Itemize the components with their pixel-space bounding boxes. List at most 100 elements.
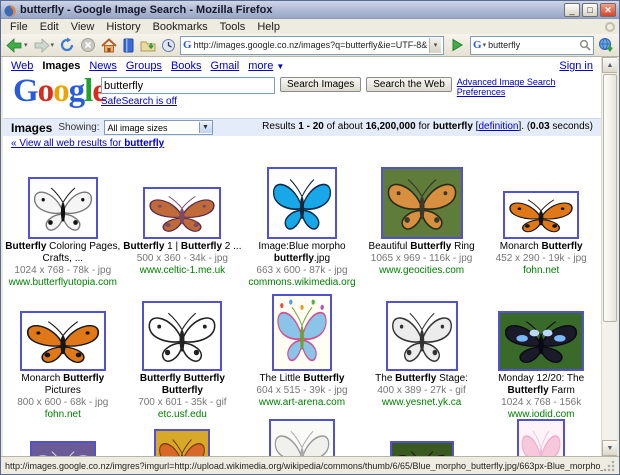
nav-tab-books[interactable]: Books (171, 60, 202, 72)
thumbnail-wrap (123, 419, 243, 456)
thumbnail-wrap (3, 419, 123, 456)
advanced-image-search-link[interactable]: Advanced Image Search (457, 77, 556, 87)
result-title[interactable]: Monday 12/20: The Butterfly Farm (481, 373, 601, 397)
address-input[interactable] (191, 40, 429, 50)
result-title[interactable]: Butterfly Coloring Pages, Crafts, ... (3, 241, 123, 265)
nav-tab-images[interactable]: Images (42, 60, 80, 72)
nav-tab-groups[interactable]: Groups (126, 60, 162, 72)
result-thumbnail[interactable] (142, 301, 223, 371)
back-dropdown-icon[interactable]: ▾ (24, 41, 28, 49)
title-bar[interactable]: butterfly - Google Image Search - Mozill… (1, 1, 619, 19)
maximize-button[interactable]: □ (582, 2, 598, 17)
definition-link[interactable]: definition (478, 121, 518, 132)
scrollbar-thumb[interactable] (603, 74, 617, 322)
results-row (3, 415, 601, 456)
menu-edit[interactable]: Edit (35, 20, 64, 34)
result-domain[interactable]: www.yesnet.yk.ca (362, 397, 482, 409)
menu-tools[interactable]: Tools (215, 20, 251, 34)
result-title[interactable]: Butterfly 1 | Butterfly 2 ... (123, 241, 243, 253)
result-domain[interactable]: www.geocities.com (362, 265, 482, 277)
image-result-cell (123, 415, 243, 456)
preferences-link[interactable]: Preferences (457, 87, 556, 97)
result-title[interactable]: Monarch Butterfly Pictures (3, 373, 123, 397)
result-thumbnail[interactable] (271, 294, 332, 371)
menu-history[interactable]: History (101, 20, 145, 34)
stop-button[interactable] (79, 36, 97, 55)
result-thumbnail[interactable] (29, 441, 96, 456)
nav-tab-gmail[interactable]: Gmail (211, 60, 240, 72)
result-title[interactable]: The Butterfly Stage: (362, 373, 482, 385)
result-thumbnail[interactable] (498, 311, 585, 371)
result-domain[interactable]: fohn.net (481, 265, 601, 277)
result-title[interactable]: Image:Blue morpho butterfly.jpg (242, 241, 362, 265)
forward-button[interactable]: ▾ (32, 36, 56, 55)
close-button[interactable]: ✕ (600, 2, 616, 17)
result-thumbnail[interactable] (517, 419, 566, 456)
menu-bookmarks[interactable]: Bookmarks (148, 20, 213, 34)
result-thumbnail[interactable] (503, 191, 580, 239)
go-button[interactable] (447, 36, 467, 55)
history-button[interactable] (160, 36, 177, 55)
result-thumbnail[interactable] (266, 167, 337, 239)
back-button[interactable]: ▾ (5, 36, 29, 55)
result-title[interactable]: Monarch Butterfly (481, 241, 601, 253)
section-label: Images (11, 120, 53, 135)
search-engine-icon[interactable]: G (473, 39, 482, 51)
history-icon (162, 38, 176, 52)
nav-tab-web[interactable]: Web (11, 60, 33, 72)
result-thumbnail[interactable] (143, 187, 222, 239)
url-dropdown-icon[interactable]: ▾ (429, 37, 441, 53)
url-bar[interactable]: G ▾ (180, 35, 444, 55)
image-result-cell: Monarch Butterfly 452 x 290 - 19k - jpg fo… (481, 151, 601, 283)
logo-letter: o (37, 73, 54, 109)
select-arrow-icon[interactable]: ▼ (198, 122, 212, 133)
home-button[interactable] (100, 36, 118, 55)
reload-button[interactable] (58, 36, 76, 55)
search-images-button[interactable]: Search Images (280, 77, 362, 92)
sign-in-link[interactable]: Sign in (559, 60, 593, 72)
result-caption: The Butterfly Stage: 400 x 389 - 27k - gi… (362, 373, 482, 409)
status-url-text: http://images.google.co.nz/imgres?imgurl… (5, 460, 603, 471)
result-thumbnail[interactable] (19, 311, 106, 371)
minimize-button[interactable]: _ (564, 2, 580, 17)
image-result-cell: Monday 12/20: The Butterfly Farm 1024 x 7… (481, 283, 601, 420)
result-title[interactable]: Butterfly Butterfly Butterfly (123, 373, 243, 397)
menu-help[interactable]: Help (252, 20, 285, 34)
search-query-input[interactable] (101, 77, 275, 94)
result-thumbnail[interactable] (380, 167, 463, 239)
result-thumbnail[interactable] (385, 301, 458, 371)
thumbnail-wrap (242, 419, 362, 456)
resize-grip[interactable] (603, 459, 615, 472)
forward-dropdown-icon[interactable]: ▾ (51, 41, 55, 49)
vertical-scrollbar[interactable]: ▲ ▼ (601, 57, 617, 456)
nav-tab-news[interactable]: News (89, 60, 117, 72)
result-thumbnail[interactable] (268, 419, 335, 456)
result-title[interactable]: The Little Butterfly (242, 373, 362, 385)
results-row: Butterfly Coloring Pages, Crafts, ... 102… (3, 151, 601, 288)
result-title[interactable]: Beautiful Butterfly Ring (362, 241, 482, 253)
result-domain[interactable]: www.celtic-1.me.uk (123, 265, 243, 277)
result-thumbnail[interactable] (389, 441, 454, 456)
scroll-down-icon[interactable]: ▼ (602, 440, 617, 456)
thumbnail-wrap (481, 155, 601, 239)
menu-view[interactable]: View (66, 20, 100, 34)
image-result-cell: Image:Blue morpho butterfly.jpg 663 x 600… (242, 151, 362, 288)
safesearch-link[interactable]: SafeSearch is off (101, 96, 177, 107)
image-size-select[interactable]: All image sizes ▼ (103, 120, 213, 135)
view-all-web-results-link[interactable]: « View all web results for butterfly (3, 136, 601, 151)
result-thumbnail[interactable] (27, 177, 98, 239)
menu-file[interactable]: File (5, 20, 33, 34)
result-domain[interactable]: www.art-arena.com (242, 397, 362, 409)
nav-more-menu[interactable]: more ▼ (248, 60, 284, 72)
bookmarks-button[interactable] (121, 36, 136, 55)
result-thumbnail[interactable] (154, 429, 211, 456)
search-web-button[interactable]: Search the Web (366, 77, 452, 92)
web-search-input[interactable] (486, 40, 579, 50)
magnifier-icon[interactable] (579, 39, 591, 51)
thumbnail-wrap (123, 287, 243, 371)
downloads-button[interactable] (139, 36, 157, 55)
result-caption: Monday 12/20: The Butterfly Farm 1024 x 7… (481, 373, 601, 421)
forward-icon (34, 37, 50, 53)
web-search-box[interactable]: G ▾ (470, 35, 594, 55)
scroll-up-icon[interactable]: ▲ (602, 57, 617, 73)
